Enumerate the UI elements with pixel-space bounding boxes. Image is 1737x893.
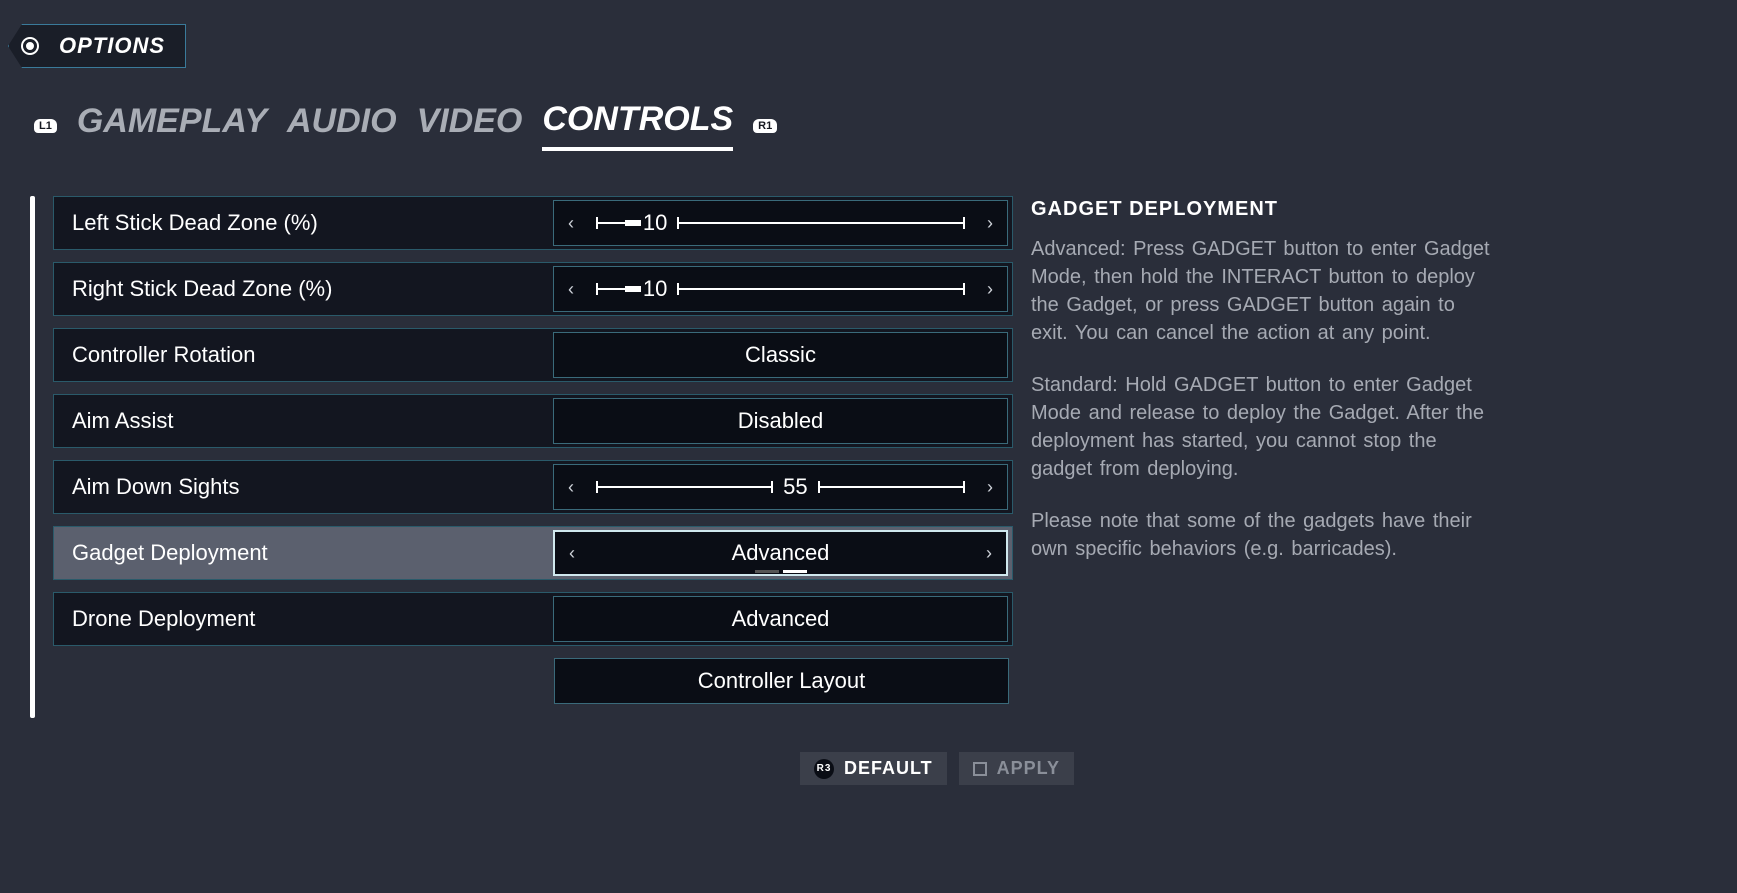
row-label: Right Stick Dead Zone (%)	[54, 276, 553, 302]
select-value: Disabled	[554, 408, 1007, 434]
chevron-left-icon[interactable]: ‹	[554, 465, 588, 509]
select-control[interactable]: ‹ Advanced ›	[553, 530, 1008, 576]
row-left-stick-dead-zone[interactable]: Left Stick Dead Zone (%) ‹ 10	[53, 196, 1013, 250]
row-label: Gadget Deployment	[54, 540, 553, 566]
slider-control[interactable]: ‹ 55 ›	[553, 464, 1008, 510]
row-label: Drone Deployment	[54, 606, 553, 632]
row-label: Aim Down Sights	[54, 474, 553, 500]
slider-control[interactable]: ‹ 10 ›	[553, 200, 1008, 246]
select-value: Classic	[554, 342, 1007, 368]
chevron-left-icon[interactable]: ‹	[554, 267, 588, 311]
footer-buttons: R3 DEFAULT APPLY	[800, 752, 1074, 785]
row-controller-rotation[interactable]: Controller Rotation Classic	[53, 328, 1013, 382]
button-label: DEFAULT	[844, 758, 933, 779]
row-drone-deployment[interactable]: Drone Deployment Advanced	[53, 592, 1013, 646]
scrollbar[interactable]	[30, 196, 35, 718]
row-label: Aim Assist	[54, 408, 553, 434]
chevron-right-icon[interactable]: ›	[972, 532, 1006, 574]
settings-list: Left Stick Dead Zone (%) ‹ 10	[53, 196, 1013, 773]
row-label: Left Stick Dead Zone (%)	[54, 210, 553, 236]
controller-layout-row: Controller Layout	[53, 658, 1013, 704]
tab-video[interactable]: VIDEO	[417, 102, 523, 149]
header-title: OPTIONS	[59, 33, 165, 59]
tab-gameplay[interactable]: GAMEPLAY	[77, 102, 267, 149]
chevron-left-icon[interactable]: ‹	[555, 532, 589, 574]
select-value: Advanced	[554, 606, 1007, 632]
row-gadget-deployment[interactable]: Gadget Deployment ‹ Advanced ›	[53, 526, 1013, 580]
select-value: Advanced	[589, 540, 972, 566]
select-control[interactable]: Advanced	[553, 596, 1008, 642]
description-paragraph: Advanced: Press GADGET button to enter G…	[1031, 235, 1491, 347]
chevron-right-icon[interactable]: ›	[973, 465, 1007, 509]
r3-icon: R3	[814, 759, 834, 779]
slider-value: 55	[783, 474, 807, 500]
header-options-button[interactable]: OPTIONS	[8, 24, 186, 68]
slider-control[interactable]: ‹ 10 ›	[553, 266, 1008, 312]
apply-button[interactable]: APPLY	[959, 752, 1074, 785]
description-panel: GADGET DEPLOYMENT Advanced: Press GADGET…	[1031, 196, 1491, 773]
row-right-stick-dead-zone[interactable]: Right Stick Dead Zone (%) ‹ 10	[53, 262, 1013, 316]
content-area: Left Stick Dead Zone (%) ‹ 10	[30, 196, 1707, 773]
bumper-right-icon: R1	[753, 119, 777, 133]
bumper-left-icon: L1	[34, 119, 57, 133]
controller-layout-button[interactable]: Controller Layout	[554, 658, 1009, 704]
select-control[interactable]: Classic	[553, 332, 1008, 378]
button-label: APPLY	[997, 758, 1060, 779]
row-aim-down-sights[interactable]: Aim Down Sights ‹ 55 ›	[53, 460, 1013, 514]
square-icon	[973, 762, 987, 776]
slider-value: 10	[643, 276, 667, 302]
slider-value: 10	[643, 210, 667, 236]
chevron-right-icon[interactable]: ›	[973, 201, 1007, 245]
select-control[interactable]: Disabled	[553, 398, 1008, 444]
chevron-right-icon[interactable]: ›	[973, 267, 1007, 311]
tab-audio[interactable]: AUDIO	[287, 102, 397, 149]
description-paragraph: Please note that some of the gadgets hav…	[1031, 507, 1491, 563]
tab-controls[interactable]: CONTROLS	[542, 100, 733, 151]
page-indicator	[755, 570, 807, 573]
description-title: GADGET DEPLOYMENT	[1031, 198, 1491, 221]
chevron-left-icon[interactable]: ‹	[554, 201, 588, 245]
back-dot-icon	[23, 39, 37, 53]
button-label: Controller Layout	[698, 668, 866, 694]
tabs-row: L1 GAMEPLAY AUDIO VIDEO CONTROLS R1	[34, 100, 777, 151]
row-aim-assist[interactable]: Aim Assist Disabled	[53, 394, 1013, 448]
default-button[interactable]: R3 DEFAULT	[800, 752, 947, 785]
row-label: Controller Rotation	[54, 342, 553, 368]
description-paragraph: Standard: Hold GADGET button to enter Ga…	[1031, 371, 1491, 483]
